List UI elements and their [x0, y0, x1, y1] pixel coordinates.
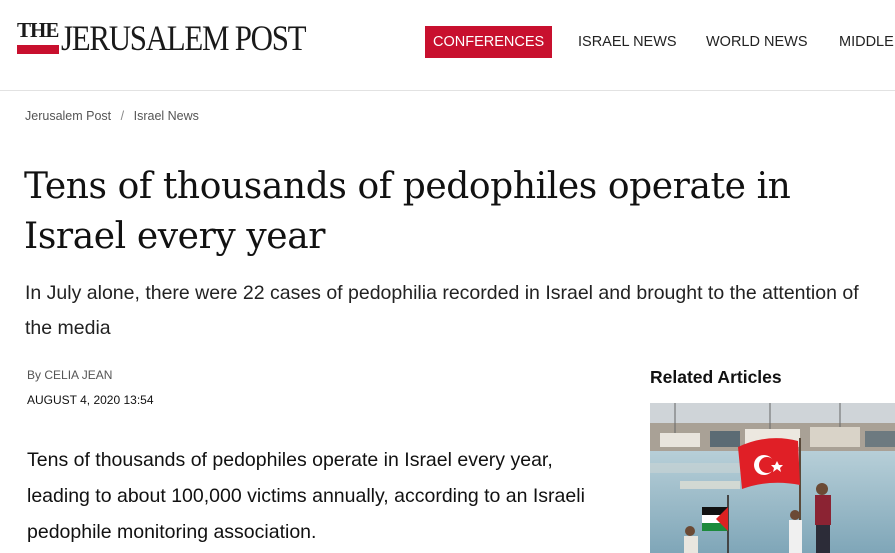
nav-item-world-news[interactable]: WORLD NEWS [706, 26, 808, 58]
site-header: THE JERUSALEM POST CONFERENCES ISRAEL NE… [0, 0, 895, 91]
article-body-paragraph: Tens of thousands of pedophiles operate … [27, 449, 585, 543]
nav-item-middle-east[interactable]: MIDDLE [839, 26, 894, 58]
breadcrumb-section[interactable]: Israel News [134, 109, 199, 123]
breadcrumb-home[interactable]: Jerusalem Post [25, 109, 111, 123]
article-title: Tens of thousands of pedophiles operate … [24, 166, 791, 257]
byline: By CELIA JEAN [27, 368, 112, 382]
logo-the: THE [17, 18, 59, 42]
site-logo[interactable]: THE JERUSALEM POST [17, 18, 317, 62]
nav-item-israel-news[interactable]: ISRAEL NEWS [578, 26, 677, 58]
logo-name: JERUSALEM POST [61, 18, 307, 58]
article-subtitle: In July alone, there were 22 cases of pe… [25, 282, 859, 339]
logo-red-bar [17, 45, 59, 54]
author-link[interactable]: CELIA JEAN [44, 368, 112, 382]
byline-prefix: By [27, 368, 42, 382]
nav-item-conferences[interactable]: CONFERENCES [425, 26, 553, 58]
boats-with-flags-photo-icon [650, 403, 895, 553]
publish-date: AUGUST 4, 2020 13:54 [27, 393, 154, 407]
related-articles-heading: Related Articles [650, 367, 782, 387]
related-article-image[interactable] [650, 403, 895, 553]
breadcrumb-separator: / [120, 109, 125, 123]
breadcrumb: Jerusalem Post / Israel News [25, 109, 199, 123]
